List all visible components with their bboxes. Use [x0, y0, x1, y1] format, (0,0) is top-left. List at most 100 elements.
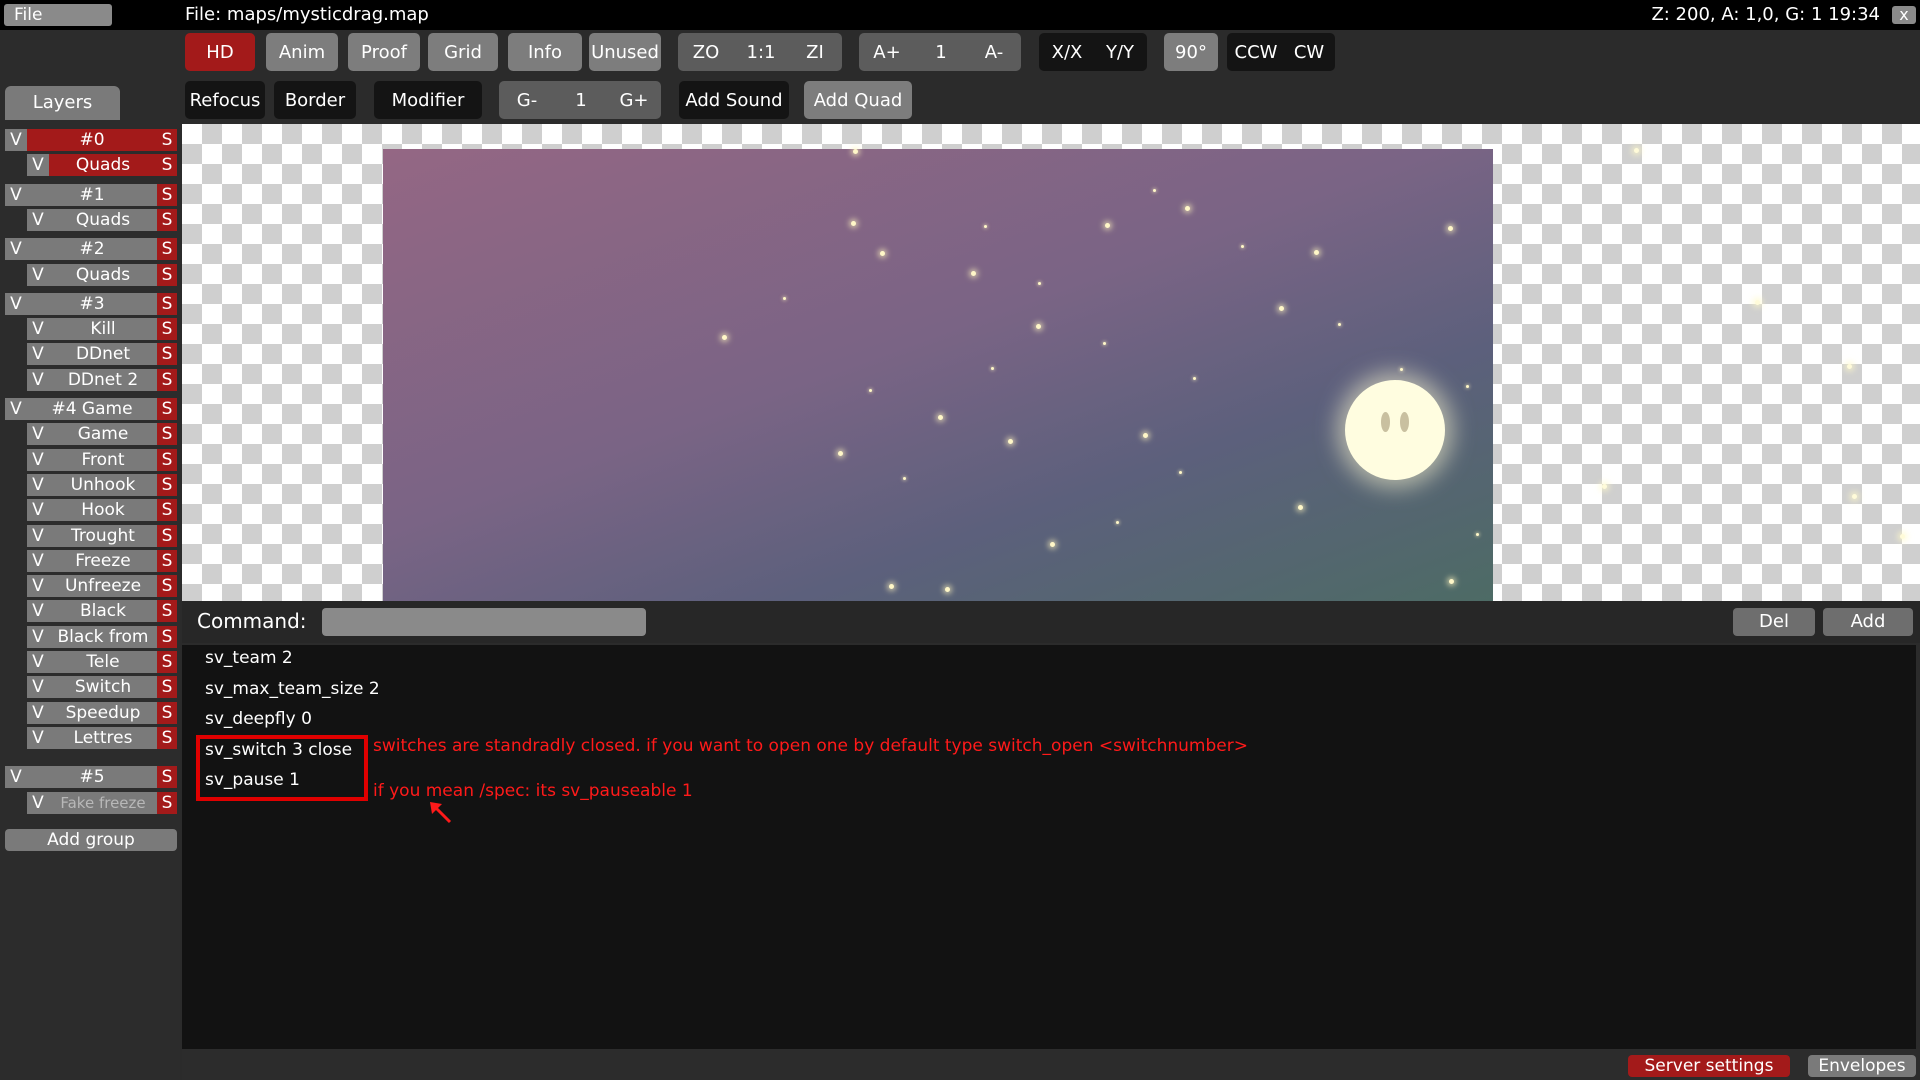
layer-solo-toggle[interactable]: S — [157, 423, 177, 446]
layer-visibility-toggle[interactable]: V — [27, 625, 49, 648]
layer-visibility-toggle[interactable]: V — [27, 499, 49, 522]
rotate-ccw-button[interactable]: CCW — [1229, 33, 1283, 71]
group-visibility-toggle[interactable]: V — [5, 183, 27, 206]
zoom-out-button[interactable]: ZO — [680, 33, 732, 71]
zoom-in-button[interactable]: ZI — [790, 33, 840, 71]
layer-solo-toggle[interactable]: S — [157, 701, 177, 724]
layer-name[interactable]: Hook — [49, 499, 157, 522]
layer-name[interactable]: Quads — [49, 154, 157, 177]
layer-visibility-toggle[interactable]: V — [27, 549, 49, 572]
add-command-button[interactable]: Add — [1823, 608, 1913, 636]
layer-solo-toggle[interactable]: S — [157, 448, 177, 471]
group-visibility-toggle[interactable]: V — [5, 292, 27, 315]
layer-row[interactable]: V DDnet 2S — [27, 368, 177, 391]
layer-row[interactable]: V Switch S — [27, 676, 177, 699]
layer-visibility-toggle[interactable]: V — [27, 791, 49, 814]
layer-group-row[interactable]: V #0 S — [5, 129, 177, 151]
layer-visibility-toggle[interactable]: V — [27, 600, 49, 623]
group-solo-toggle[interactable]: S — [157, 398, 177, 420]
layer-solo-toggle[interactable]: S — [157, 368, 177, 391]
layer-solo-toggle[interactable]: S — [157, 343, 177, 366]
group-visibility-toggle[interactable]: V — [5, 238, 27, 261]
layer-solo-toggle[interactable]: S — [157, 524, 177, 547]
layer-solo-toggle[interactable]: S — [157, 791, 177, 814]
layer-solo-toggle[interactable]: S — [157, 263, 177, 286]
layer-visibility-toggle[interactable]: V — [27, 524, 49, 547]
add-sound-button[interactable]: Add Sound — [679, 81, 789, 119]
layer-row[interactable]: V Lettres S — [27, 726, 177, 749]
group-solo-toggle[interactable]: S — [157, 766, 177, 789]
layer-row[interactable]: V Quads S — [27, 154, 177, 177]
layer-row[interactable]: V Freeze S — [27, 549, 177, 572]
layer-visibility-toggle[interactable]: V — [27, 726, 49, 749]
rotate-cw-button[interactable]: CW — [1285, 33, 1333, 71]
add-quad-button[interactable]: Add Quad — [804, 81, 912, 119]
grid-minus-button[interactable]: G- — [501, 81, 553, 119]
group-solo-toggle[interactable]: S — [157, 129, 177, 151]
layer-visibility-toggle[interactable]: V — [27, 575, 49, 598]
layer-name[interactable]: Kill — [49, 318, 157, 341]
command-item[interactable]: sv_team 2 — [205, 648, 293, 668]
layer-visibility-toggle[interactable]: V — [27, 473, 49, 496]
layer-solo-toggle[interactable]: S — [157, 676, 177, 699]
layer-name[interactable]: Unfreeze — [49, 575, 157, 598]
layer-visibility-toggle[interactable]: V — [27, 651, 49, 673]
border-button[interactable]: Border — [274, 81, 356, 119]
layer-name[interactable]: Switch — [49, 676, 157, 699]
layer-solo-toggle[interactable]: S — [157, 473, 177, 496]
command-item[interactable]: sv_max_team_size 2 — [205, 679, 380, 699]
group-name[interactable]: #0 — [27, 129, 157, 151]
moon-quad[interactable] — [1345, 380, 1445, 480]
layer-group-row[interactable]: V #4 Game S — [5, 398, 177, 420]
layer-name[interactable]: Black — [49, 600, 157, 623]
layer-solo-toggle[interactable]: S — [157, 318, 177, 341]
layer-row[interactable]: V Hook S — [27, 499, 177, 522]
layer-solo-toggle[interactable]: S — [157, 499, 177, 522]
layer-visibility-toggle[interactable]: V — [27, 368, 49, 391]
layer-row[interactable]: V Kill S — [27, 318, 177, 341]
group-solo-toggle[interactable]: S — [157, 238, 177, 261]
layer-visibility-toggle[interactable]: V — [27, 701, 49, 724]
layer-solo-toggle[interactable]: S — [157, 208, 177, 231]
layer-visibility-toggle[interactable]: V — [27, 318, 49, 341]
group-visibility-toggle[interactable]: V — [5, 129, 27, 151]
info-button[interactable]: Info — [508, 33, 582, 71]
add-group-button[interactable]: Add group — [5, 828, 177, 851]
layer-name[interactable]: DDnet — [49, 343, 157, 366]
layer-row[interactable]: V Black S — [27, 600, 177, 623]
group-solo-toggle[interactable]: S — [157, 292, 177, 315]
layer-row[interactable]: V Front S — [27, 448, 177, 471]
layer-row[interactable]: V Trought S — [27, 524, 177, 547]
layers-tab[interactable]: Layers — [5, 86, 120, 120]
layer-name[interactable]: Quads — [49, 263, 157, 286]
hd-button[interactable]: HD — [185, 33, 255, 71]
group-name[interactable]: #3 — [27, 292, 157, 315]
command-input[interactable] — [322, 608, 646, 636]
delete-command-button[interactable]: Del — [1733, 608, 1815, 636]
layer-row[interactable]: V Tele S — [27, 651, 177, 673]
layer-group-row[interactable]: V #1 S — [5, 183, 177, 206]
layer-solo-toggle[interactable]: S — [157, 549, 177, 572]
group-solo-toggle[interactable]: S — [157, 183, 177, 206]
layer-row[interactable]: V Game S — [27, 423, 177, 446]
layer-row[interactable]: V DDnet S — [27, 343, 177, 366]
layer-name[interactable]: Front — [49, 448, 157, 471]
layer-group-row[interactable]: V #2 S — [5, 238, 177, 261]
flip-y-button[interactable]: Y/Y — [1095, 33, 1145, 71]
layer-visibility-toggle[interactable]: V — [27, 343, 49, 366]
anim-button[interactable]: Anim — [266, 33, 338, 71]
layer-visibility-toggle[interactable]: V — [27, 154, 49, 177]
layer-visibility-toggle[interactable]: V — [27, 448, 49, 471]
layer-row[interactable]: V Quads S — [27, 208, 177, 231]
layer-name[interactable]: Trought — [49, 524, 157, 547]
layer-name[interactable]: Fake freeze — [49, 791, 157, 814]
layer-visibility-toggle[interactable]: V — [27, 263, 49, 286]
layer-name[interactable]: Black from — [49, 625, 157, 648]
envelopes-tab[interactable]: Envelopes — [1808, 1055, 1916, 1077]
layer-solo-toggle[interactable]: S — [157, 154, 177, 177]
layer-solo-toggle[interactable]: S — [157, 625, 177, 648]
command-item[interactable]: sv_deepfly 0 — [205, 709, 312, 729]
layer-name[interactable]: Game — [49, 423, 157, 446]
layer-solo-toggle[interactable]: S — [157, 575, 177, 598]
layer-row[interactable]: V Unhook S — [27, 473, 177, 496]
